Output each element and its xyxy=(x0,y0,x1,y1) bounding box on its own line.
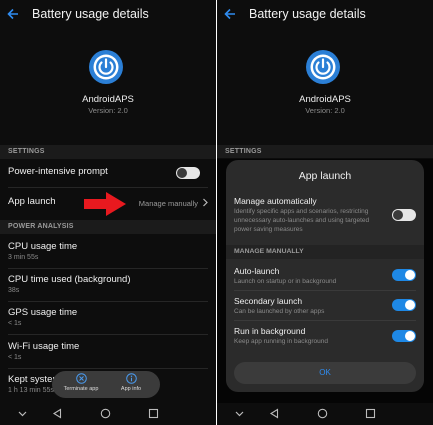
divider xyxy=(8,268,208,269)
toggle-knob xyxy=(405,270,415,280)
manage-automatically-toggle[interactable] xyxy=(392,209,416,221)
manage-automatically-row[interactable]: Manage automatically Identify specific a… xyxy=(234,196,384,234)
info-label: App info xyxy=(120,386,142,392)
divider xyxy=(234,290,416,291)
manage-manually-section-header: MANAGE MANUALLY xyxy=(226,245,424,259)
page-title: Battery usage details xyxy=(249,7,366,21)
back-arrow-icon[interactable] xyxy=(6,7,20,21)
power-analysis-section-header: POWER ANALYSIS xyxy=(0,220,216,234)
nav-recents-icon[interactable] xyxy=(365,408,376,419)
divider xyxy=(8,301,208,302)
toggle-knob xyxy=(177,168,187,178)
screen-app-launch-dialog: Battery usage details AndroidAPS Version… xyxy=(217,0,433,425)
run-in-background-label: Run in background xyxy=(234,326,306,336)
stat-row: GPS usage time < 1s xyxy=(0,307,216,327)
page-title: Battery usage details xyxy=(32,7,149,21)
app-launch-value[interactable]: Manage manually xyxy=(139,199,198,208)
toggle-knob xyxy=(405,331,415,341)
manage-automatically-label: Manage automatically xyxy=(234,196,317,206)
secondary-launch-desc: Can be launched by other apps xyxy=(234,308,325,315)
stat-title: GPS usage time xyxy=(8,307,78,318)
app-name: AndroidAPS xyxy=(299,94,351,105)
floating-action-pill: Terminate app App info xyxy=(52,371,160,398)
terminate-icon xyxy=(75,373,87,384)
ok-button[interactable]: OK xyxy=(234,362,416,384)
app-bar: Battery usage details xyxy=(217,0,433,28)
divider xyxy=(234,320,416,321)
stat-value: < 1s xyxy=(8,320,22,327)
app-version: Version: 2.0 xyxy=(88,106,128,115)
stat-row: CPU time used (background) 38s xyxy=(0,274,216,294)
nav-hide-icon[interactable] xyxy=(234,408,245,419)
terminate-app-button[interactable]: Terminate app xyxy=(56,373,106,392)
toggle-knob xyxy=(393,210,403,220)
secondary-launch-label: Secondary launch xyxy=(234,296,303,306)
app-info-button[interactable]: App info xyxy=(106,373,156,392)
stat-value: < 1s xyxy=(8,354,22,361)
toggle-knob xyxy=(405,300,415,310)
power-intensive-toggle[interactable] xyxy=(176,167,200,179)
secondary-launch-toggle[interactable] xyxy=(392,299,416,311)
auto-launch-row[interactable]: Auto-launch Launch on startup or in back… xyxy=(234,266,384,286)
stat-title: CPU usage time xyxy=(8,241,78,252)
info-icon xyxy=(125,373,137,384)
divider xyxy=(8,187,208,188)
terminate-label: Terminate app xyxy=(63,386,99,392)
run-in-background-toggle[interactable] xyxy=(392,330,416,342)
stat-value: 38s xyxy=(8,287,20,294)
auto-launch-label: Auto-launch xyxy=(234,266,280,276)
app-name: AndroidAPS xyxy=(82,94,134,105)
stat-value: 3 min 55s xyxy=(8,254,39,261)
settings-section-header: SETTINGS xyxy=(217,145,433,159)
system-nav-bar xyxy=(0,403,216,425)
chevron-right-icon xyxy=(203,198,208,207)
back-arrow-icon[interactable] xyxy=(223,7,237,21)
divider xyxy=(8,334,208,335)
stat-row: CPU usage time 3 min 55s xyxy=(0,241,216,261)
app-version: Version: 2.0 xyxy=(305,106,345,115)
app-power-icon xyxy=(306,50,340,84)
run-in-background-desc: Keep app running in background xyxy=(234,338,328,345)
nav-home-icon[interactable] xyxy=(317,408,328,419)
dialog-title: App launch xyxy=(298,170,352,182)
app-bar: Battery usage details xyxy=(0,0,216,28)
nav-back-icon[interactable] xyxy=(269,408,280,419)
settings-section-header: SETTINGS xyxy=(0,145,216,159)
divider xyxy=(8,368,208,369)
manage-automatically-desc: Identify specific apps and scenarios, re… xyxy=(234,208,370,233)
nav-back-icon[interactable] xyxy=(52,408,63,419)
auto-launch-toggle[interactable] xyxy=(392,269,416,281)
app-launch-dialog: App launch Manage automatically Identify… xyxy=(226,160,424,392)
screen-battery-details: Battery usage details AndroidAPS Version… xyxy=(0,0,216,425)
auto-launch-desc: Launch on startup or in background xyxy=(234,278,337,285)
app-power-icon xyxy=(89,50,123,84)
run-in-background-row[interactable]: Run in background Keep app running in ba… xyxy=(234,326,384,346)
system-nav-bar xyxy=(217,403,433,425)
stat-title: Wi-Fi usage time xyxy=(8,341,80,352)
red-pointer-arrow xyxy=(84,192,126,216)
nav-hide-icon[interactable] xyxy=(17,408,28,419)
stat-title: CPU time used (background) xyxy=(8,274,131,285)
stat-row: Wi-Fi usage time < 1s xyxy=(0,341,216,361)
nav-home-icon[interactable] xyxy=(100,408,111,419)
secondary-launch-row[interactable]: Secondary launch Can be launched by othe… xyxy=(234,296,384,316)
nav-recents-icon[interactable] xyxy=(148,408,159,419)
